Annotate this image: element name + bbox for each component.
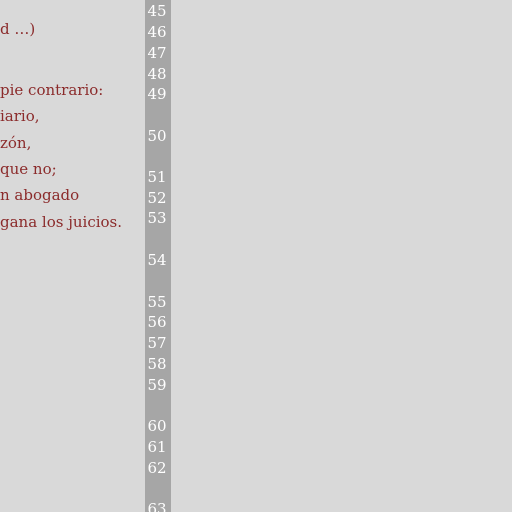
- line-number: 47: [147, 44, 167, 62]
- text-line: iario,: [0, 107, 40, 125]
- line-number: 49: [147, 85, 167, 103]
- line-number: 52: [147, 189, 167, 207]
- line-number: 61: [147, 438, 167, 456]
- text-line: que no;: [0, 160, 57, 178]
- line-number: 57: [147, 334, 167, 352]
- line-number: 46: [147, 23, 167, 41]
- line-number: 63: [147, 500, 167, 512]
- line-number: 50: [147, 127, 167, 145]
- line-number: 56: [147, 313, 167, 331]
- text-line: zón,: [0, 134, 32, 152]
- line-number: 58: [147, 355, 167, 373]
- line-number: 54: [147, 251, 167, 269]
- empty-pane: [171, 0, 512, 512]
- document-view: d …) pie contrario: iario, zón, que no; …: [0, 0, 512, 512]
- line-number: 59: [147, 376, 167, 394]
- text-pane[interactable]: d …) pie contrario: iario, zón, que no; …: [0, 0, 145, 512]
- line-number: 60: [147, 417, 167, 435]
- text-line: pie contrario:: [0, 81, 104, 99]
- text-line: n abogado: [0, 186, 80, 204]
- line-number: 48: [147, 65, 167, 83]
- text-line: gana los juicios.: [0, 213, 123, 231]
- line-number-gutter: 45 46 47 48 49 50 51 52 53 54 55 56 57 5…: [145, 0, 171, 512]
- line-number: 45: [147, 2, 167, 20]
- line-number: 55: [147, 293, 167, 311]
- text-line: d …): [0, 20, 36, 38]
- line-number: 62: [147, 459, 167, 477]
- line-number: 51: [147, 168, 167, 186]
- line-number: 53: [147, 209, 167, 227]
